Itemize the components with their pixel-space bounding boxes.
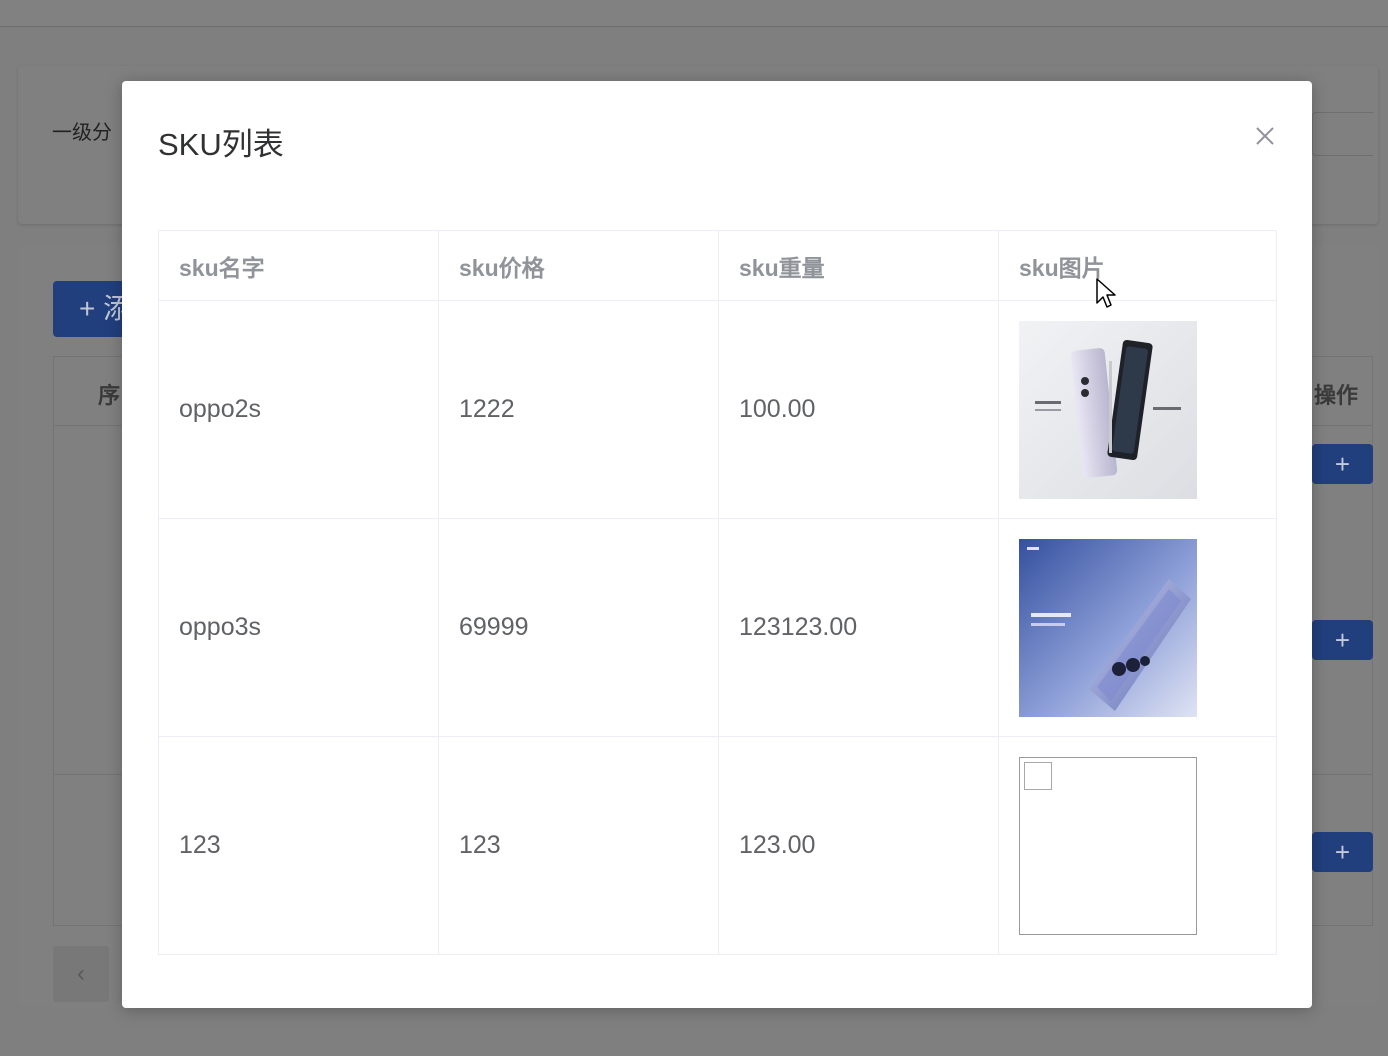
sku-price-cell: 69999 [438,518,719,737]
add-sku-button[interactable]: + [1312,832,1373,872]
column-header-sku-name: sku名字 [158,230,439,301]
table-row: 123 123 123.00 [158,736,1277,955]
add-sku-button[interactable]: + [1312,444,1373,484]
sku-list-dialog: SKU列表 sku名字 sku价格 sku重量 sku图片 oppo2s 122… [122,81,1312,1008]
table-header-row: sku名字 sku价格 sku重量 sku图片 [158,230,1277,301]
sku-name-cell: oppo3s [158,518,439,737]
sku-image-cell [998,300,1277,519]
close-icon[interactable] [1250,121,1280,151]
add-sku-button[interactable]: + [1312,620,1373,660]
sku-price-cell: 1222 [438,300,719,519]
sku-weight-cell: 123123.00 [718,518,999,737]
index-column-header: 序 [98,383,121,408]
sku-name-cell: 123 [158,736,439,955]
column-header-sku-price: sku价格 [438,230,719,301]
phone-light-image [1019,320,1197,499]
table-row: oppo3s 69999 123123.00 [158,518,1277,737]
sku-price-cell: 123 [438,736,719,955]
sku-image-cell [998,736,1277,955]
phone-blue-image [1019,538,1197,717]
sku-table: sku名字 sku价格 sku重量 sku图片 oppo2s 1222 100.… [158,230,1277,955]
sku-name-cell: oppo2s [158,300,439,519]
table-row: oppo2s 1222 100.00 [158,300,1277,519]
sku-image-cell [998,518,1277,737]
pager-prev-button[interactable]: ‹ [53,946,109,1002]
dialog-title: SKU列表 [158,127,284,162]
category-select[interactable] [1312,112,1373,156]
top-bar [0,0,1388,27]
broken-image-icon [1024,761,1052,790]
broken-image [1019,756,1197,935]
sku-weight-cell: 100.00 [718,300,999,519]
column-header-sku-weight: sku重量 [718,230,999,301]
category-filter-label: 一级分 [52,122,112,144]
sku-weight-cell: 123.00 [718,736,999,955]
ops-column-header: 操作 [1314,383,1359,408]
column-header-sku-image: sku图片 [998,230,1277,301]
